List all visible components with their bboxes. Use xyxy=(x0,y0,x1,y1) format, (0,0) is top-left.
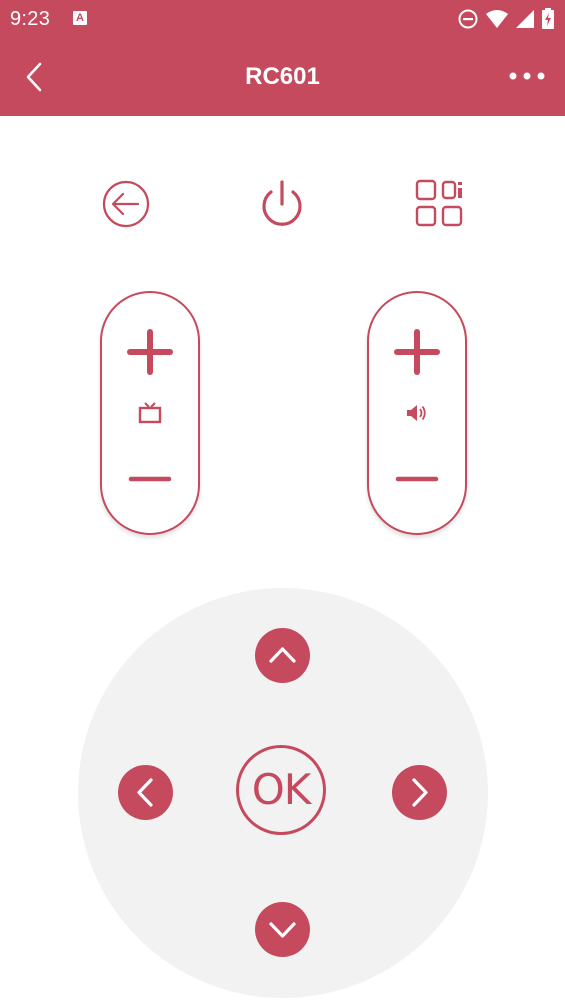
minus-icon xyxy=(395,476,439,482)
status-bar: 9:23 A xyxy=(0,0,565,38)
dpad-down-button[interactable] xyxy=(255,902,310,957)
ok-button[interactable]: OK xyxy=(236,745,326,835)
app-bar: RC601 xyxy=(0,38,565,116)
dpad-up-button[interactable] xyxy=(255,628,310,683)
power-button[interactable] xyxy=(256,178,308,230)
minus-icon xyxy=(128,476,172,482)
channel-label xyxy=(138,401,162,425)
more-horizontal-icon xyxy=(509,72,545,80)
speaker-icon xyxy=(407,405,426,421)
chevron-right-icon xyxy=(412,778,428,807)
a-notification-icon: A xyxy=(73,11,87,25)
signal-icon xyxy=(516,10,534,28)
chevron-down-icon xyxy=(269,922,296,938)
battery-icon xyxy=(542,8,554,29)
plus-icon xyxy=(394,329,440,375)
chevron-left-icon xyxy=(137,778,153,807)
volume-up-button[interactable] xyxy=(392,327,442,377)
do-not-disturb-icon xyxy=(458,9,478,29)
return-button[interactable] xyxy=(100,178,152,230)
ok-label: OK xyxy=(251,765,312,814)
plus-icon xyxy=(127,329,173,375)
more-options-button[interactable] xyxy=(507,66,547,86)
volume-label xyxy=(405,401,429,425)
status-time: 9:23 xyxy=(10,8,51,30)
tv-icon xyxy=(138,402,162,424)
apps-grid-icon xyxy=(415,179,463,227)
page-title: RC601 xyxy=(245,63,320,90)
dpad-right-button[interactable] xyxy=(392,765,447,820)
wifi-icon xyxy=(486,10,508,28)
back-arrow-circle-icon xyxy=(102,180,150,228)
menu-button[interactable] xyxy=(414,178,466,230)
channel-control xyxy=(100,291,200,535)
volume-down-button[interactable] xyxy=(392,459,442,499)
status-icons xyxy=(457,8,555,30)
power-icon xyxy=(262,180,302,226)
channel-down-button[interactable] xyxy=(125,459,175,499)
channel-up-button[interactable] xyxy=(125,327,175,377)
chevron-up-icon xyxy=(269,647,296,663)
volume-control xyxy=(367,291,467,535)
dpad-left-button[interactable] xyxy=(118,765,173,820)
